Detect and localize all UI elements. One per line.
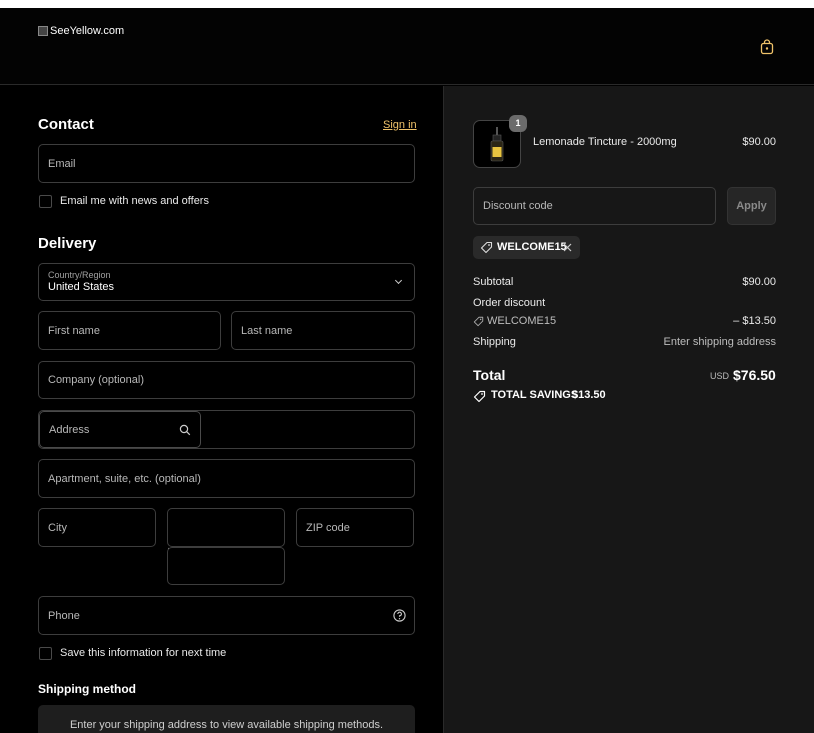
total-savings-value: $13.50: [572, 389, 606, 401]
shipping-label: Shipping: [473, 336, 516, 348]
shipping-method-heading: Shipping method: [38, 682, 136, 696]
address-field[interactable]: Address: [39, 411, 201, 448]
city-placeholder: City: [48, 521, 67, 534]
apply-discount-button[interactable]: Apply: [727, 187, 776, 225]
delivery-heading: Delivery: [38, 235, 97, 252]
order-summary-panel: [443, 86, 814, 733]
save-info-label: Save this information for next time: [60, 647, 227, 659]
last-name-placeholder: Last name: [241, 324, 293, 337]
first-name-field[interactable]: First name: [38, 311, 221, 350]
chevron-down-icon: [394, 276, 403, 285]
shipping-methods-notice: Enter your shipping address to view avai…: [38, 705, 415, 733]
item-price: $90.00: [742, 136, 776, 148]
order-discount-label: Order discount: [473, 297, 546, 309]
applied-discount-code: WELCOME15: [497, 241, 567, 253]
total-savings-label: TOTAL SAVINGS: [491, 389, 579, 401]
order-discount-value: – $13.50: [733, 315, 776, 327]
item-quantity-badge: 1: [509, 115, 527, 132]
help-icon[interactable]: [393, 609, 406, 622]
zip-placeholder: ZIP code: [306, 521, 350, 534]
discount-code-field[interactable]: Discount code: [473, 187, 716, 225]
country-value: United States: [48, 281, 115, 293]
subtotal-label: Subtotal: [473, 276, 514, 288]
email-field[interactable]: Email: [38, 144, 415, 183]
apartment-placeholder: Apartment, suite, etc. (optional): [48, 472, 201, 485]
logo-alt-text: SeeYellow.com: [50, 25, 125, 37]
subtotal-value: $90.00: [742, 276, 776, 288]
save-info-checkbox[interactable]: [39, 647, 52, 660]
phone-placeholder: Phone: [48, 609, 80, 622]
broken-image-icon: [38, 26, 48, 36]
email-placeholder: Email: [48, 157, 76, 170]
shopping-bag-icon[interactable]: [760, 39, 774, 55]
order-discount-code: WELCOME15: [487, 315, 557, 327]
shipping-methods-message: Enter your shipping address to view avai…: [69, 719, 384, 731]
city-field[interactable]: City: [38, 508, 156, 547]
total-value: $76.50: [733, 367, 776, 383]
item-name: Lemonade Tincture - 2000mg: [533, 136, 677, 148]
browser-top-strip: [0, 0, 814, 8]
site-header: SeeYellow.com: [0, 8, 814, 85]
company-field[interactable]: Company (optional): [38, 361, 415, 399]
news-offers-label: Email me with news and offers: [60, 195, 209, 207]
close-icon[interactable]: [563, 243, 572, 252]
address-placeholder: Address: [49, 423, 90, 436]
country-select[interactable]: Country/Region United States: [38, 263, 415, 301]
zip-field[interactable]: ZIP code: [296, 508, 414, 547]
news-offers-checkbox[interactable]: [39, 195, 52, 208]
sign-in-link[interactable]: Sign in: [383, 119, 417, 131]
last-name-field[interactable]: Last name: [231, 311, 415, 350]
discount-code-placeholder: Discount code: [483, 200, 553, 212]
country-label: Country/Region: [48, 270, 111, 280]
search-icon: [179, 424, 191, 436]
total-currency: USD: [710, 371, 730, 381]
first-name-placeholder: First name: [48, 324, 100, 337]
total-label: Total: [473, 367, 506, 383]
tag-icon: [473, 316, 484, 327]
savings-tag-icon: [473, 390, 486, 403]
apartment-field[interactable]: Apartment, suite, etc. (optional): [38, 459, 415, 498]
site-logo[interactable]: SeeYellow.com: [38, 25, 124, 37]
company-placeholder: Company (optional): [48, 374, 144, 386]
phone-field[interactable]: Phone: [38, 596, 415, 635]
tag-icon: [480, 241, 493, 254]
contact-heading: Contact: [38, 116, 94, 133]
state-select-dropdown[interactable]: [167, 547, 285, 585]
state-select[interactable]: [167, 508, 285, 547]
shipping-value: Enter shipping address: [663, 336, 776, 348]
applied-discount-chip: WELCOME15: [473, 236, 580, 259]
